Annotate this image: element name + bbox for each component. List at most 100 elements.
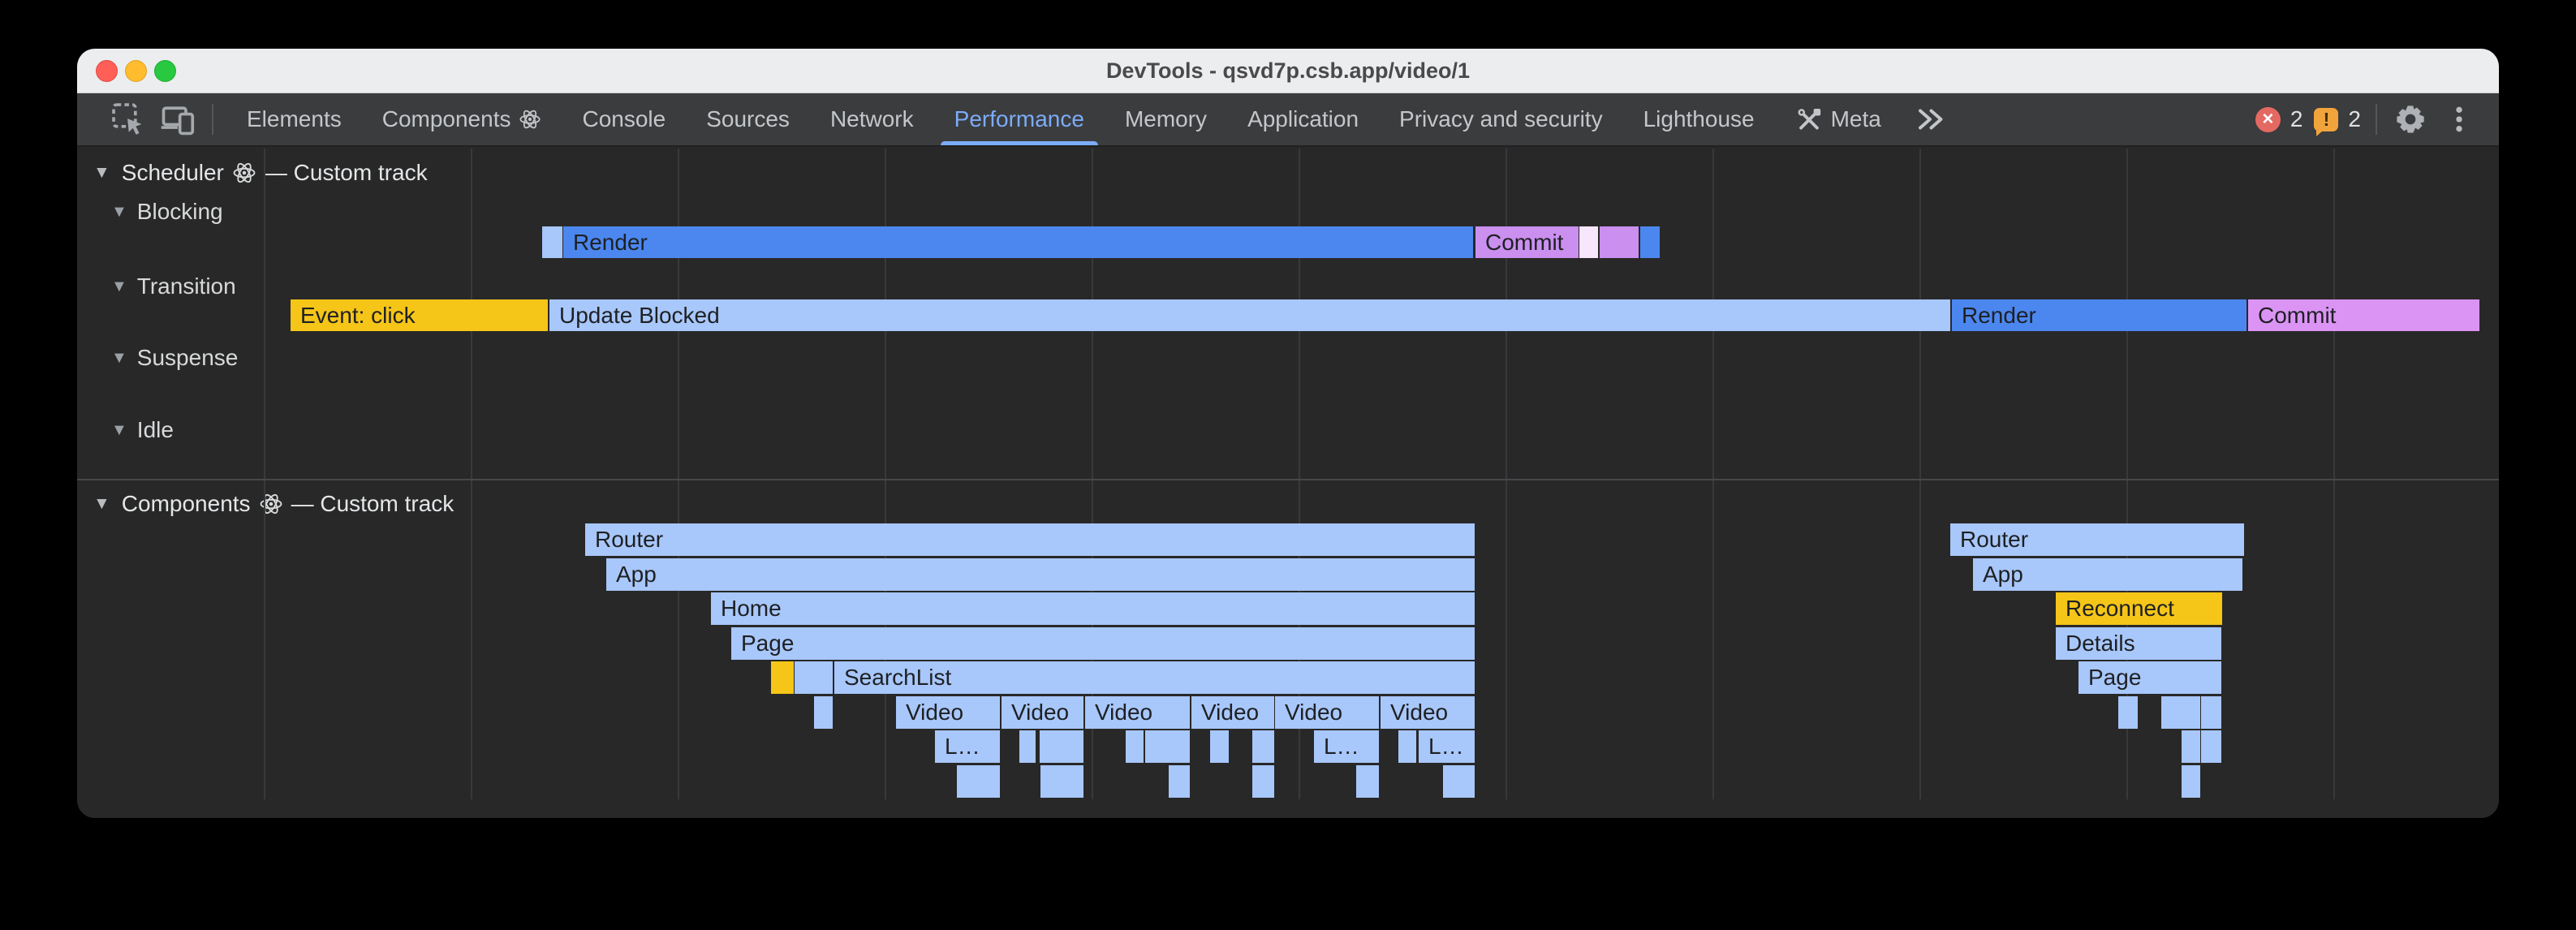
inspect-element-icon[interactable] [110, 101, 147, 138]
timeline-bar[interactable] [1126, 730, 1144, 763]
track-name: Components [122, 491, 251, 517]
timeline-bar[interactable] [2182, 765, 2200, 798]
timeline-bar-video[interactable]: Video [896, 696, 1000, 729]
lane-label-suspense[interactable]: ▼Suspense [111, 345, 238, 371]
timeline-bar[interactable] [2118, 696, 2138, 729]
timeline-bar-router[interactable]: Router [1950, 523, 2244, 556]
tab-label: Privacy and security [1399, 106, 1603, 132]
timeline-bar-video[interactable]: Video [1275, 696, 1379, 729]
timeline-bar[interactable] [2201, 696, 2221, 729]
tab-meta[interactable]: Meta [1775, 93, 1902, 145]
lane-label-idle[interactable]: ▼Idle [111, 417, 174, 443]
track-subtitle: — Custom track [265, 160, 428, 186]
timeline-bar[interactable] [1398, 730, 1416, 763]
timeline-bar-home[interactable]: Home [711, 592, 1475, 625]
tab-sources[interactable]: Sources [686, 93, 810, 145]
timeline-bar[interactable] [814, 696, 833, 729]
tab-components[interactable]: Components [362, 93, 562, 145]
tab-label: Memory [1125, 106, 1207, 132]
lane-label-text: Idle [137, 417, 174, 443]
tab-label: Network [830, 106, 914, 132]
timeline-bar-video[interactable]: Video [1085, 696, 1190, 729]
timeline-bar[interactable] [1040, 765, 1083, 798]
warning-badge-icon[interactable]: ! [2314, 108, 2338, 131]
timeline-bar-page[interactable]: Page [731, 627, 1475, 660]
timeline-bar-render[interactable]: Render [563, 226, 1473, 258]
performance-panel: ▼ Scheduler — Custom track ▼ Components [77, 149, 2499, 818]
timeline-bar[interactable] [1252, 730, 1274, 763]
timeline-bar-l[interactable]: L… [1419, 730, 1475, 763]
toolbar-divider [212, 104, 213, 135]
timeline-bar-router[interactable]: Router [585, 523, 1475, 556]
lane-label-blocking[interactable]: ▼Blocking [111, 199, 223, 225]
timeline-bar[interactable] [1579, 226, 1598, 258]
toolbar-right-group: × 2 ! 2 [2255, 101, 2478, 138]
tab-label: Meta [1831, 106, 1881, 132]
timeline-bar-details[interactable]: Details [2056, 627, 2221, 660]
timeline-bar-event-click[interactable]: Event: click [291, 299, 548, 331]
error-count: 2 [2290, 106, 2303, 132]
timeline-bar-reconnect[interactable]: Reconnect [2056, 592, 2222, 625]
tab-label: Components [382, 106, 511, 132]
track-header-components[interactable]: ▼ Components — Custom track [93, 491, 454, 517]
timeline-bar[interactable] [1169, 765, 1190, 798]
tab-application[interactable]: Application [1227, 93, 1379, 145]
timeline-bar[interactable] [795, 661, 833, 694]
tab-strip: Elements Components Console Sources Network P… [226, 93, 1902, 145]
timeline-bar-render[interactable]: Render [1952, 299, 2246, 331]
timeline-bar-searchlist[interactable]: SearchList [834, 661, 1475, 694]
timeline-bar[interactable] [2201, 730, 2221, 763]
track-separator [77, 479, 2499, 480]
tab-privacy-and-security[interactable]: Privacy and security [1379, 93, 1623, 145]
timeline-bar-commit[interactable]: Commit [2248, 299, 2479, 331]
error-badge-icon[interactable]: × [2255, 107, 2281, 132]
more-options-kebab-icon[interactable] [2440, 101, 2478, 138]
tab-performance[interactable]: Performance [934, 93, 1105, 145]
disclosure-triangle-icon: ▼ [111, 203, 127, 222]
timeline-bar-page[interactable]: Page [2078, 661, 2221, 694]
timeline-bar[interactable] [1145, 730, 1190, 763]
timeline-gridline [471, 149, 472, 799]
timeline-bar-video[interactable]: Video [1002, 696, 1083, 729]
timeline-bar[interactable] [1040, 730, 1083, 763]
tab-label: Elements [247, 106, 342, 132]
timeline-bar-video[interactable]: Video [1381, 696, 1475, 729]
timeline-bar[interactable] [1640, 226, 1660, 258]
tab-lighthouse[interactable]: Lighthouse [1623, 93, 1775, 145]
tab-label: Performance [954, 106, 1084, 132]
atom-icon [232, 161, 256, 185]
timeline-bar[interactable] [1443, 765, 1475, 798]
tab-network[interactable]: Network [810, 93, 934, 145]
timeline-bar[interactable] [1252, 765, 1274, 798]
lane-label-transition[interactable]: ▼Transition [111, 273, 236, 299]
timeline-gridline [264, 149, 265, 799]
tab-label: Console [582, 106, 666, 132]
tab-console[interactable]: Console [562, 93, 686, 145]
timeline-bar[interactable] [957, 765, 1000, 798]
warning-count: 2 [2348, 106, 2361, 132]
settings-gear-icon[interactable] [2392, 101, 2429, 138]
timeline-bar[interactable] [2182, 730, 2200, 763]
timeline-bar[interactable] [542, 226, 562, 258]
timeline-bar[interactable] [1210, 730, 1229, 763]
lane-label-text: Transition [137, 273, 236, 299]
timeline-bar-l[interactable]: L… [935, 730, 1000, 763]
track-header-scheduler[interactable]: ▼ Scheduler — Custom track [93, 160, 428, 186]
more-tabs-icon[interactable] [1913, 105, 1947, 134]
timeline-bar-app[interactable]: App [606, 558, 1475, 591]
timeline-bar-commit[interactable]: Commit [1475, 226, 1579, 258]
timeline-bar-update-blocked[interactable]: Update Blocked [549, 299, 1950, 331]
tab-elements[interactable]: Elements [226, 93, 362, 145]
timeline-bar[interactable] [2161, 696, 2200, 729]
timeline-bar-app[interactable]: App [1973, 558, 2242, 591]
tab-memory[interactable]: Memory [1105, 93, 1227, 145]
timeline-bar[interactable] [1600, 226, 1639, 258]
timeline-bar[interactable] [1356, 765, 1379, 798]
timeline-bar-video[interactable]: Video [1191, 696, 1274, 729]
toggle-device-toolbar-icon[interactable] [158, 101, 196, 138]
timeline-bar-l[interactable]: L… [1314, 730, 1379, 763]
toolbar-divider [2376, 104, 2377, 135]
timeline-bar[interactable] [1019, 730, 1036, 763]
devtools-toolbar: Elements Components Console Sources Network P… [77, 93, 2499, 147]
timeline-bar[interactable] [771, 661, 794, 694]
